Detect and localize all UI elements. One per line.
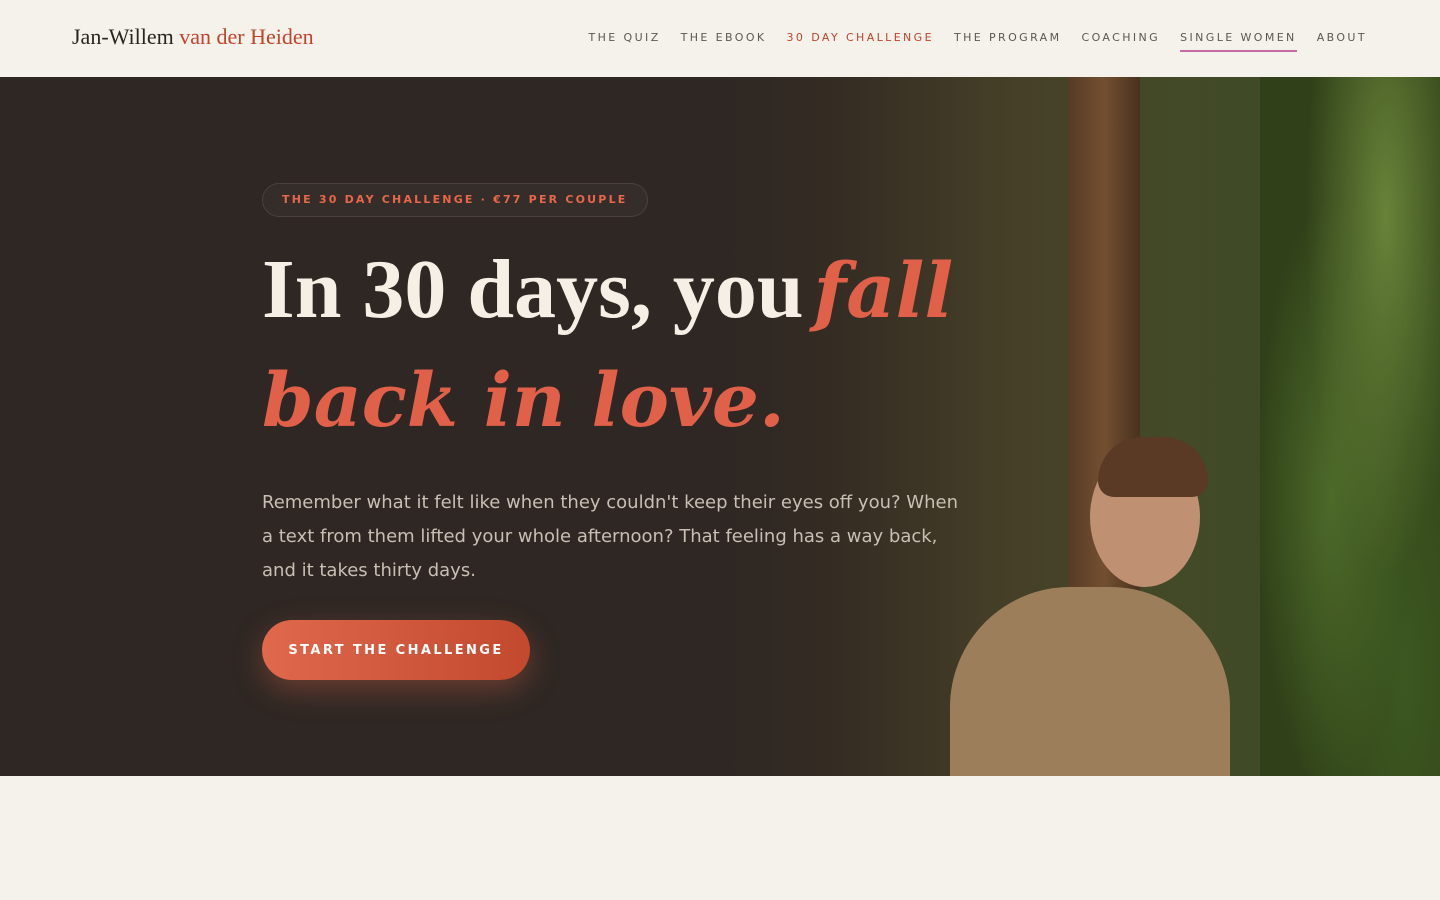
nav-item-the-program[interactable]: THE PROGRAM xyxy=(954,31,1062,52)
nav-item-the-quiz[interactable]: THE QUIZ xyxy=(589,31,661,52)
offer-badge: THE 30 DAY CHALLENGE · €77 PER COUPLE xyxy=(262,183,648,217)
headline-plain: In 30 days, you xyxy=(262,243,804,336)
nav-item-about[interactable]: ABOUT xyxy=(1317,31,1367,52)
nav-item-30-day-challenge[interactable]: 30 DAY CHALLENGE xyxy=(787,31,934,52)
nav-item-single-women[interactable]: SINGLE WOMEN xyxy=(1180,31,1297,52)
headline-script-fall: fall xyxy=(813,246,954,335)
nav-item-the-ebook[interactable]: THE EBOOK xyxy=(681,31,767,52)
main-nav: THE QUIZ THE EBOOK 30 DAY CHALLENGE THE … xyxy=(589,31,1368,52)
site-header: Jan-Willem van der Heiden THE QUIZ THE E… xyxy=(0,0,1440,77)
foliage xyxy=(1260,77,1440,776)
nav-item-coaching[interactable]: COACHING xyxy=(1081,31,1160,52)
headline-script-back-in-love: back in love. xyxy=(262,358,785,444)
coach-photo xyxy=(930,437,1250,776)
brand-name-accent: van der Heiden xyxy=(179,24,314,49)
hero-section: THE 30 DAY CHALLENGE · €77 PER COUPLE In… xyxy=(0,77,1440,776)
brand-name-first: Jan-Willem xyxy=(72,24,174,49)
hero-headline: In 30 days, you fall back in love. xyxy=(262,235,1022,456)
site-logo[interactable]: Jan-Willem van der Heiden xyxy=(72,24,314,50)
hero-lede: Remember what it felt like when they cou… xyxy=(262,492,958,581)
start-challenge-button[interactable]: START THE CHALLENGE xyxy=(262,620,530,680)
